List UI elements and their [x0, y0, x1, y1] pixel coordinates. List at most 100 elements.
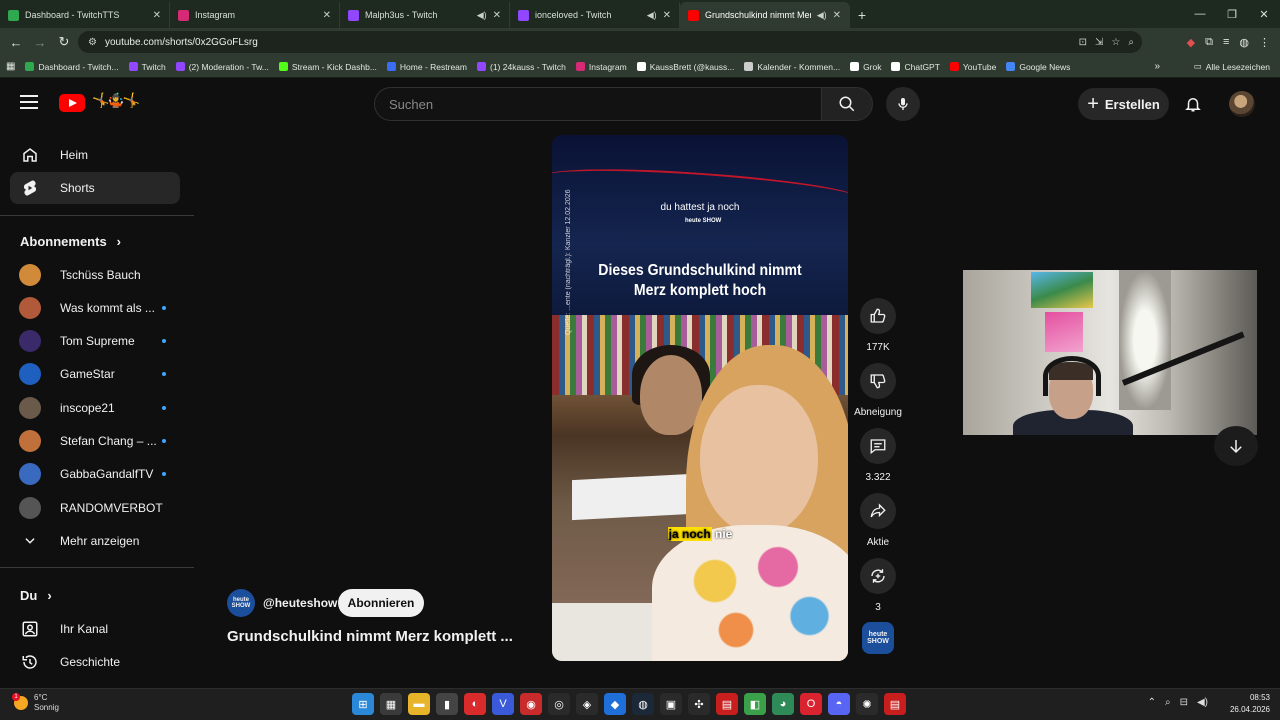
- extensions-puzzle-icon[interactable]: ⧉: [1205, 36, 1213, 49]
- back-icon[interactable]: ←: [4, 30, 28, 54]
- profile-icon[interactable]: ◍: [1239, 36, 1249, 49]
- forward-icon[interactable]: →: [28, 30, 52, 54]
- doodle-logo[interactable]: 🤸🤹🤸: [92, 92, 140, 109]
- windows-icon[interactable]: ⊞: [352, 693, 374, 715]
- sidebar-channel[interactable]: inscope21: [10, 392, 180, 424]
- sound-channel-thumbnail[interactable]: heute SHOW: [862, 622, 894, 654]
- browser-tab[interactable]: Malph3us - Twitch ◀) ✕: [340, 2, 510, 28]
- sidebar-item-shorts[interactable]: Shorts: [10, 172, 180, 204]
- address-bar[interactable]: ⚙ youtube.com/shorts/0x2GGoFLsrg ⊡ ⇲ ☆ ⌕: [78, 31, 1142, 53]
- network-icon[interactable]: ⊟: [1180, 697, 1188, 708]
- tab-close-icon[interactable]: ✕: [833, 10, 841, 21]
- short-title[interactable]: Grundschulkind nimmt Merz komplett ...: [227, 628, 537, 645]
- account-avatar[interactable]: [1229, 91, 1255, 117]
- bookmark[interactable]: Stream - Kick Dashb...: [278, 62, 377, 72]
- sidebar-item-home[interactable]: Heim: [10, 139, 180, 171]
- apps-grid-icon[interactable]: ▦: [6, 61, 15, 72]
- remix-button[interactable]: [860, 558, 896, 594]
- epic-icon[interactable]: ▣: [660, 693, 682, 715]
- create-button[interactable]: + Erstellen: [1078, 88, 1169, 120]
- channel-handle[interactable]: @heuteshow: [263, 596, 337, 610]
- share-button[interactable]: [860, 493, 896, 529]
- channel-avatar[interactable]: heute SHOW: [227, 589, 255, 617]
- show-more-button[interactable]: Mehr anzeigen: [10, 525, 180, 557]
- layers-icon[interactable]: ◧: [744, 693, 766, 715]
- tab-audio-icon[interactable]: ◀): [647, 10, 657, 21]
- menu-icon[interactable]: [20, 95, 38, 109]
- site-info-icon[interactable]: ⚙: [88, 37, 97, 48]
- minimize-icon[interactable]: —: [1184, 0, 1216, 28]
- tab-audio-icon[interactable]: ◀): [817, 10, 827, 21]
- chatgpt-icon[interactable]: ✺: [856, 693, 878, 715]
- bookmark[interactable]: YouTube: [949, 62, 996, 72]
- steam-icon[interactable]: ◍: [632, 693, 654, 715]
- youtube-logo[interactable]: [59, 94, 85, 112]
- sidebar-channel[interactable]: Was kommt als ...: [10, 292, 180, 324]
- streamdeck-icon[interactable]: ▤: [884, 693, 906, 715]
- media-controls-icon[interactable]: ≡: [1223, 36, 1229, 48]
- bookmark[interactable]: Kalender - Kommen...: [744, 62, 840, 72]
- bookmark[interactable]: (2) Moderation - Tw...: [175, 62, 269, 72]
- weather-widget[interactable]: 1 6°C Sonnig: [12, 693, 59, 713]
- restore-icon[interactable]: ❐: [1216, 0, 1248, 28]
- volume-icon[interactable]: ◀): [1197, 697, 1208, 708]
- sidebar-item-history[interactable]: Geschichte: [10, 646, 180, 678]
- search-input[interactable]: Suchen: [374, 87, 822, 121]
- bookmark[interactable]: Grok: [850, 62, 881, 72]
- bookmark[interactable]: Twitch: [128, 62, 166, 72]
- calculator-icon[interactable]: ▦: [380, 693, 402, 715]
- tab-close-icon[interactable]: ✕: [663, 10, 671, 21]
- bookmark[interactable]: Home - Restream: [386, 62, 467, 72]
- tab-close-icon[interactable]: ✕: [153, 10, 161, 21]
- obs-icon[interactable]: ◎: [548, 693, 570, 715]
- new-tab-button[interactable]: +: [850, 2, 874, 28]
- elgato-icon[interactable]: ▤: [716, 693, 738, 715]
- chrome-icon[interactable]: ◕: [772, 693, 794, 715]
- taskbar-clock[interactable]: 08:53 26.04.2026: [1230, 692, 1270, 716]
- subscriptions-heading[interactable]: Abonnements ›: [20, 234, 121, 249]
- v-app-icon[interactable]: V: [492, 693, 514, 715]
- tab-close-icon[interactable]: ✕: [493, 10, 501, 21]
- tab-close-icon[interactable]: ✕: [323, 10, 331, 21]
- sidebar-channel[interactable]: GameStar: [10, 358, 180, 390]
- mouse-icon[interactable]: ▮: [436, 693, 458, 715]
- sidebar-channel[interactable]: Stefan Chang – ...: [10, 425, 180, 457]
- blue-app-icon[interactable]: ◆: [604, 693, 626, 715]
- bookmark[interactable]: KaussBrett (@kauss...: [636, 62, 734, 72]
- search-button[interactable]: [821, 87, 873, 121]
- translate-icon[interactable]: ⊡: [1079, 37, 1087, 48]
- browser-tab[interactable]: ionceloved - Twitch ◀) ✕: [510, 2, 680, 28]
- sidebar-item-your-channel[interactable]: Ihr Kanal: [10, 613, 180, 645]
- like-button[interactable]: [860, 298, 896, 334]
- grid-app-icon[interactable]: ✣: [688, 693, 710, 715]
- red-app-icon[interactable]: ◐: [464, 693, 486, 715]
- ea-icon[interactable]: ◈: [576, 693, 598, 715]
- close-icon[interactable]: ✕: [1248, 0, 1280, 28]
- sidebar-channel[interactable]: Tschüss Bauch: [10, 259, 180, 291]
- browser-tab[interactable]: Dashboard - TwitchTTS ✕: [0, 2, 170, 28]
- shorts-video-player[interactable]: du hattest ja noch heute SHOW Dieses Gru…: [552, 135, 848, 661]
- sidebar-channel[interactable]: GabbaGandalfTV: [10, 458, 180, 490]
- bookmark[interactable]: (1) 24kauss - Twitch: [476, 62, 566, 72]
- tab-audio-icon[interactable]: ◀): [477, 10, 487, 21]
- bookmark[interactable]: Instagram: [575, 62, 627, 72]
- extension-icon[interactable]: ◆: [1187, 36, 1195, 49]
- dislike-button[interactable]: [860, 363, 896, 399]
- gpt-icon[interactable]: ◉: [520, 693, 542, 715]
- tray-app-icon[interactable]: ⌕: [1165, 697, 1171, 708]
- notifications-bell-icon[interactable]: [1184, 94, 1202, 114]
- subscribe-button[interactable]: Abonnieren: [338, 589, 424, 617]
- tray-overflow-icon[interactable]: ⌃: [1148, 697, 1156, 708]
- sidebar-channel[interactable]: Tom Supreme: [10, 325, 180, 357]
- bookmark[interactable]: Google News: [1006, 62, 1070, 72]
- bookmarks-overflow-button[interactable]: »: [1154, 61, 1160, 72]
- voice-search-button[interactable]: [886, 87, 920, 121]
- discord-icon[interactable]: ◓: [828, 693, 850, 715]
- reload-icon[interactable]: ↻: [52, 30, 76, 54]
- sidebar-channel[interactable]: RANDOMVERBOT: [10, 492, 180, 524]
- bookmark[interactable]: Dashboard - Twitch...: [25, 62, 119, 72]
- all-bookmarks-button[interactable]: ▭ Alle Lesezeichen: [1194, 61, 1270, 72]
- opera-icon[interactable]: O: [800, 693, 822, 715]
- install-icon[interactable]: ⇲: [1095, 37, 1103, 48]
- you-heading[interactable]: Du ›: [20, 588, 52, 603]
